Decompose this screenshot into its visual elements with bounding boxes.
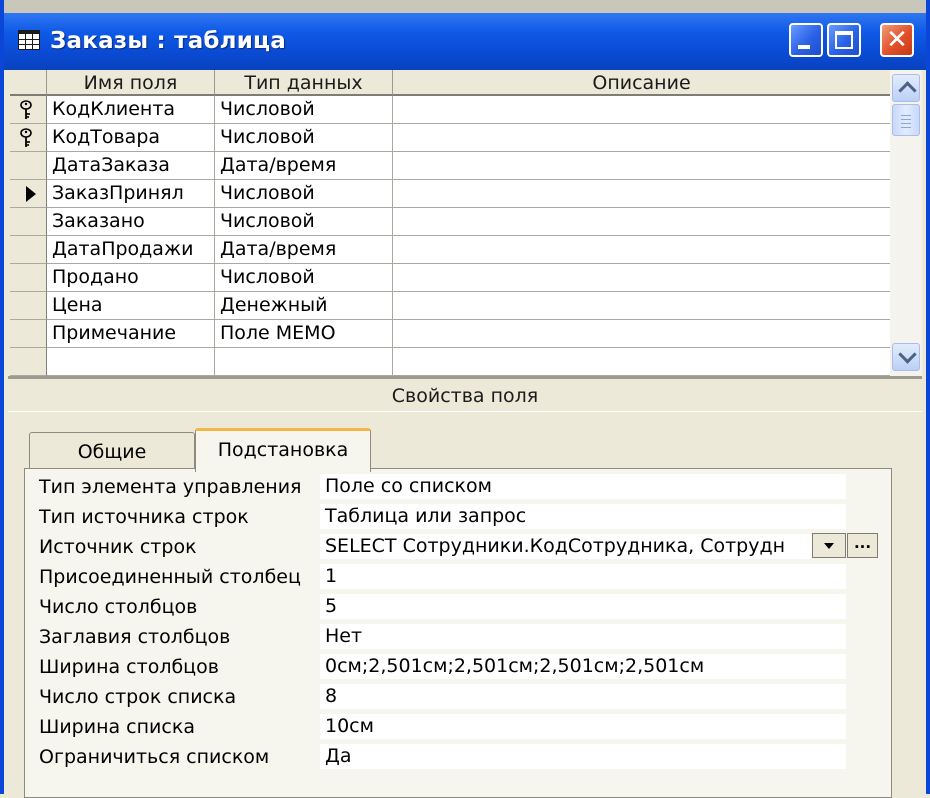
- select-all-header[interactable]: [10, 70, 47, 96]
- column-header-description[interactable]: Описание: [393, 70, 890, 96]
- field-name-cell[interactable]: КодКлиента: [47, 96, 215, 124]
- primary-key-icon: [20, 128, 32, 147]
- property-value-input[interactable]: Поле со списком: [320, 474, 846, 499]
- property-value-input[interactable]: 10см: [320, 714, 846, 739]
- description-cell[interactable]: [393, 264, 890, 292]
- grip-line: [901, 119, 911, 120]
- property-label: Тип источника строк: [39, 506, 249, 528]
- field-name-cell[interactable]: ЗаказПринял: [47, 180, 215, 208]
- scroll-up-button[interactable]: [892, 74, 920, 102]
- table-icon: [18, 30, 40, 50]
- field-properties-title: Свойства поля: [391, 385, 539, 407]
- column-header-data-type[interactable]: Тип данных: [215, 70, 393, 96]
- field-name-cell[interactable]: Цена: [47, 292, 215, 320]
- property-value-input[interactable]: 5: [320, 594, 846, 619]
- property-label: Ограничиться списком: [39, 746, 270, 768]
- primary-key-icon: [20, 100, 32, 119]
- field-name-cell[interactable]: ДатаЗаказа: [47, 152, 215, 180]
- property-label: Заглавия столбцов: [39, 626, 231, 648]
- row-selector[interactable]: [10, 292, 47, 320]
- data-type-cell[interactable]: Денежный: [215, 292, 393, 320]
- data-type-cell[interactable]: Поле МЕМО: [215, 320, 393, 348]
- row-selector[interactable]: [10, 124, 47, 152]
- maximize-icon: [835, 31, 853, 49]
- data-type-cell[interactable]: Числовой: [215, 96, 393, 124]
- close-icon: ✕: [886, 25, 908, 55]
- property-label: Ширина списка: [39, 716, 195, 738]
- field-grid: Имя поля Тип данных Описание КодКлиента Ч…: [10, 70, 890, 376]
- field-name-cell[interactable]: Продано: [47, 264, 215, 292]
- tab-general[interactable]: Общие: [29, 432, 195, 468]
- row-selector[interactable]: [10, 348, 47, 376]
- query-builder-button[interactable]: ...: [847, 533, 878, 558]
- row-selector[interactable]: [10, 208, 47, 236]
- row-selector[interactable]: [10, 96, 47, 124]
- description-cell[interactable]: [393, 292, 890, 320]
- description-cell[interactable]: [393, 180, 890, 208]
- property-value-input[interactable]: 1: [320, 564, 846, 589]
- row-selector[interactable]: [10, 236, 47, 264]
- property-label: Источник строк: [39, 536, 197, 558]
- row-selector[interactable]: [10, 152, 47, 180]
- dropdown-arrow-icon: [824, 543, 834, 549]
- description-cell[interactable]: [393, 208, 890, 236]
- description-cell[interactable]: [393, 348, 890, 376]
- property-label: Число столбцов: [39, 596, 198, 618]
- description-cell[interactable]: [393, 96, 890, 124]
- property-label: Ширина столбцов: [39, 656, 219, 678]
- window-title: Заказы : таблица: [50, 28, 287, 54]
- data-type-cell[interactable]: Дата/время: [215, 236, 393, 264]
- row-selector[interactable]: [10, 320, 47, 348]
- row-selector[interactable]: [10, 180, 47, 208]
- data-type-cell[interactable]: Числовой: [215, 124, 393, 152]
- separator: [8, 411, 922, 412]
- grip-line: [901, 127, 911, 128]
- description-cell[interactable]: [393, 124, 890, 152]
- table-design-window: Заказы : таблица ✕ Имя поля Тип данных О…: [0, 0, 930, 798]
- minimize-button[interactable]: [789, 23, 823, 57]
- minimize-icon: [798, 45, 810, 49]
- field-name-cell[interactable]: Примечание: [47, 320, 215, 348]
- maximize-button[interactable]: [827, 23, 861, 57]
- description-cell[interactable]: [393, 236, 890, 264]
- property-label: Тип элемента управления: [39, 476, 302, 498]
- data-type-cell[interactable]: Числовой: [215, 264, 393, 292]
- chevron-up-icon: [898, 81, 917, 100]
- property-value-input[interactable]: 8: [320, 684, 846, 709]
- description-cell[interactable]: [393, 152, 890, 180]
- row-source-dropdown-button[interactable]: [812, 533, 846, 558]
- description-cell[interactable]: [393, 320, 890, 348]
- field-name-cell[interactable]: КодТовара: [47, 124, 215, 152]
- vertical-scrollbar[interactable]: [890, 70, 922, 376]
- property-label: Число строк списка: [39, 686, 237, 708]
- field-name-cell[interactable]: [47, 348, 215, 376]
- field-name-cell[interactable]: ДатаПродажи: [47, 236, 215, 264]
- data-type-cell[interactable]: Числовой: [215, 208, 393, 236]
- property-value-input[interactable]: 0см;2,501см;2,501см;2,501см;2,501см: [320, 654, 846, 679]
- grip-line: [901, 115, 911, 116]
- close-button[interactable]: ✕: [880, 23, 914, 57]
- scroll-thumb[interactable]: [892, 104, 920, 136]
- data-type-cell[interactable]: Дата/время: [215, 152, 393, 180]
- data-type-cell[interactable]: [215, 348, 393, 376]
- property-value-input[interactable]: Да: [320, 744, 846, 769]
- data-type-cell[interactable]: Числовой: [215, 180, 393, 208]
- scroll-down-button[interactable]: [892, 343, 920, 371]
- property-value-input[interactable]: Таблица или запрос: [320, 504, 846, 529]
- desktop-strip: [4, 0, 926, 13]
- current-row-arrow-icon: [26, 186, 36, 202]
- column-header-field-name[interactable]: Имя поля: [47, 70, 215, 96]
- title-bar[interactable]: Заказы : таблица ✕: [4, 0, 926, 70]
- property-value-input[interactable]: Нет: [320, 624, 846, 649]
- field-name-cell[interactable]: Заказано: [47, 208, 215, 236]
- pane-divider[interactable]: [8, 376, 922, 379]
- row-selector[interactable]: [10, 264, 47, 292]
- grip-line: [901, 123, 911, 124]
- chevron-down-icon: [898, 345, 917, 364]
- tab-lookup[interactable]: Подстановка: [195, 428, 371, 472]
- property-value-input[interactable]: SELECT Сотрудники.КодСотрудника, Сотрудн: [320, 534, 812, 559]
- property-label: Присоединенный столбец: [39, 566, 301, 588]
